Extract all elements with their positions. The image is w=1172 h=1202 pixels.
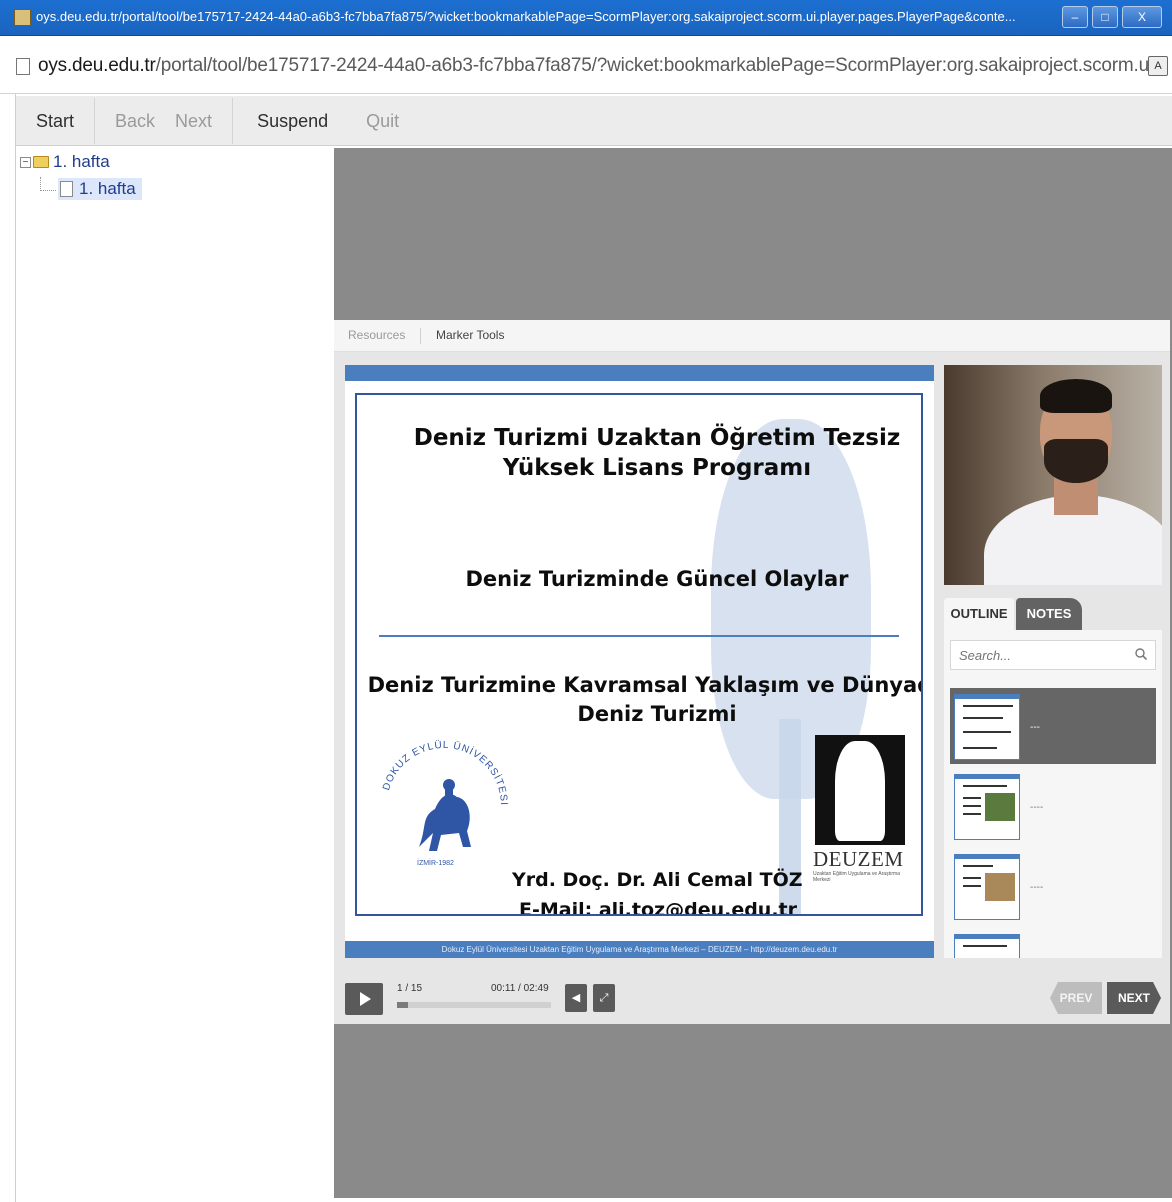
- window-controls: – □ X: [1062, 6, 1162, 28]
- start-button[interactable]: Start: [16, 96, 94, 146]
- window-title-bar: oys.deu.edu.tr/portal/tool/be175717-2424…: [0, 0, 1172, 36]
- tree-item-selected[interactable]: 1. hafta: [58, 178, 142, 200]
- browser-app-icon: [14, 9, 31, 26]
- page-icon: [16, 58, 30, 75]
- slide-program-title: Deniz Turizmi Uzaktan Öğretim Tezsiz Yük…: [413, 425, 901, 481]
- prev-button[interactable]: PREV: [1050, 982, 1102, 1014]
- outline-panel: --- ---- ----: [944, 630, 1162, 958]
- next-slide-button[interactable]: NEXT: [1107, 982, 1161, 1014]
- slide-thumbnail: [954, 854, 1020, 920]
- translate-icon[interactable]: A: [1148, 56, 1168, 76]
- tree-item-label: 1. hafta: [79, 179, 136, 198]
- tree-connector: [40, 177, 56, 191]
- player-tabs: Resources Marker Tools: [334, 320, 1170, 352]
- tab-outline[interactable]: OUTLINE: [944, 598, 1014, 630]
- outline-item[interactable]: ----: [950, 768, 1156, 844]
- folder-icon: [33, 156, 49, 168]
- deuzem-logo-subtext: Uzaktan Eğitim Uygulama ve Araştırma Mer…: [813, 871, 900, 883]
- tree-folder-label: 1. hafta: [53, 152, 110, 171]
- slide-frame: Deniz Turizmi Uzaktan Öğretim Tezsiz Yük…: [355, 393, 923, 916]
- url-host: oys.deu.edu.tr: [38, 55, 156, 76]
- outline-item[interactable]: ---: [950, 688, 1156, 764]
- presenter-video: [944, 365, 1162, 585]
- tab-resources[interactable]: Resources: [348, 328, 405, 342]
- university-seal-logo: DOKUZ EYLÜL ÜNİVERSİTESİ İZMİR-1982: [381, 739, 509, 867]
- slide-topic-title: Deniz Turizmine Kavramsal Yaklaşım ve Dü…: [367, 673, 923, 726]
- slide-author: Yrd. Doç. Dr. Ali Cemal TÖZ: [512, 869, 803, 891]
- search-icon[interactable]: [1135, 648, 1147, 660]
- tab-divider: [420, 328, 421, 344]
- slide-email: E-Mail: ali.toz@deu.edu.tr: [519, 899, 798, 916]
- outline-item[interactable]: [950, 928, 1156, 958]
- outline-item-label: ----: [1030, 882, 1044, 893]
- url-text[interactable]: oys.deu.edu.tr/portal/tool/be175717-2424…: [38, 55, 1169, 77]
- playback-controls: 1 / 15 00:11 / 02:49 ◀ ⤢ PREV NEXT: [334, 970, 1170, 1024]
- outline-item-label: ---: [1030, 722, 1040, 733]
- collapse-icon[interactable]: −: [20, 156, 31, 168]
- content-tree: − 1. hafta 1. hafta: [20, 150, 334, 1200]
- close-button[interactable]: X: [1122, 6, 1162, 28]
- slide-divider: [379, 635, 899, 637]
- tree-folder[interactable]: − 1. hafta: [20, 150, 334, 174]
- fullscreen-icon[interactable]: ⤢: [593, 984, 615, 1012]
- outline-item-label: ----: [1030, 802, 1044, 813]
- outline-item[interactable]: ----: [950, 848, 1156, 924]
- volume-icon[interactable]: ◀: [565, 984, 587, 1012]
- slide-thumbnail: [954, 694, 1020, 760]
- tree-item[interactable]: 1. hafta: [40, 177, 334, 201]
- scorm-toolbar: Start Back Next Suspend Quit: [16, 96, 1172, 146]
- suspend-button[interactable]: Suspend: [233, 96, 348, 146]
- slide-course-title: Deniz Turizminde Güncel Olaylar: [465, 567, 849, 591]
- svg-text:İZMİR-1982: İZMİR-1982: [417, 858, 454, 867]
- slide-top-bar: [345, 365, 934, 381]
- progress-fill: [397, 1002, 408, 1008]
- play-button[interactable]: [345, 983, 383, 1015]
- document-icon: [60, 181, 73, 197]
- quit-button[interactable]: Quit: [348, 96, 419, 146]
- side-panel-tabs: OUTLINE NOTES: [944, 598, 1162, 630]
- slide-footer: Dokuz Eylül Üniversitesi Uzaktan Eğitim …: [345, 941, 934, 958]
- maximize-button[interactable]: □: [1092, 6, 1118, 28]
- slide-thumbnail: [954, 774, 1020, 840]
- progress-bar[interactable]: [397, 1002, 551, 1008]
- deuzem-logo-text: DEUZEM: [813, 847, 904, 871]
- back-button[interactable]: Back: [95, 96, 175, 146]
- tab-marker-tools[interactable]: Marker Tools: [436, 328, 504, 342]
- minimize-button[interactable]: –: [1062, 6, 1088, 28]
- outline-search[interactable]: [950, 640, 1156, 670]
- slide: Deniz Turizmi Uzaktan Öğretim Tezsiz Yük…: [345, 365, 934, 958]
- window-title: oys.deu.edu.tr/portal/tool/be175717-2424…: [36, 9, 1016, 24]
- url-path: /portal/tool/be175717-2424-44a0-a6b3-fc7…: [155, 55, 1169, 76]
- slide-counter: 1 / 15: [397, 983, 423, 994]
- next-button[interactable]: Next: [175, 96, 232, 146]
- left-border: [0, 94, 16, 1202]
- address-bar[interactable]: oys.deu.edu.tr/portal/tool/be175717-2424…: [0, 36, 1172, 94]
- playback-time: 00:11 / 02:49: [491, 983, 549, 994]
- deuzem-tree-logo: [815, 735, 905, 845]
- search-input[interactable]: [959, 646, 1129, 664]
- tab-notes[interactable]: NOTES: [1016, 598, 1082, 630]
- slide-thumbnail: [954, 934, 1020, 958]
